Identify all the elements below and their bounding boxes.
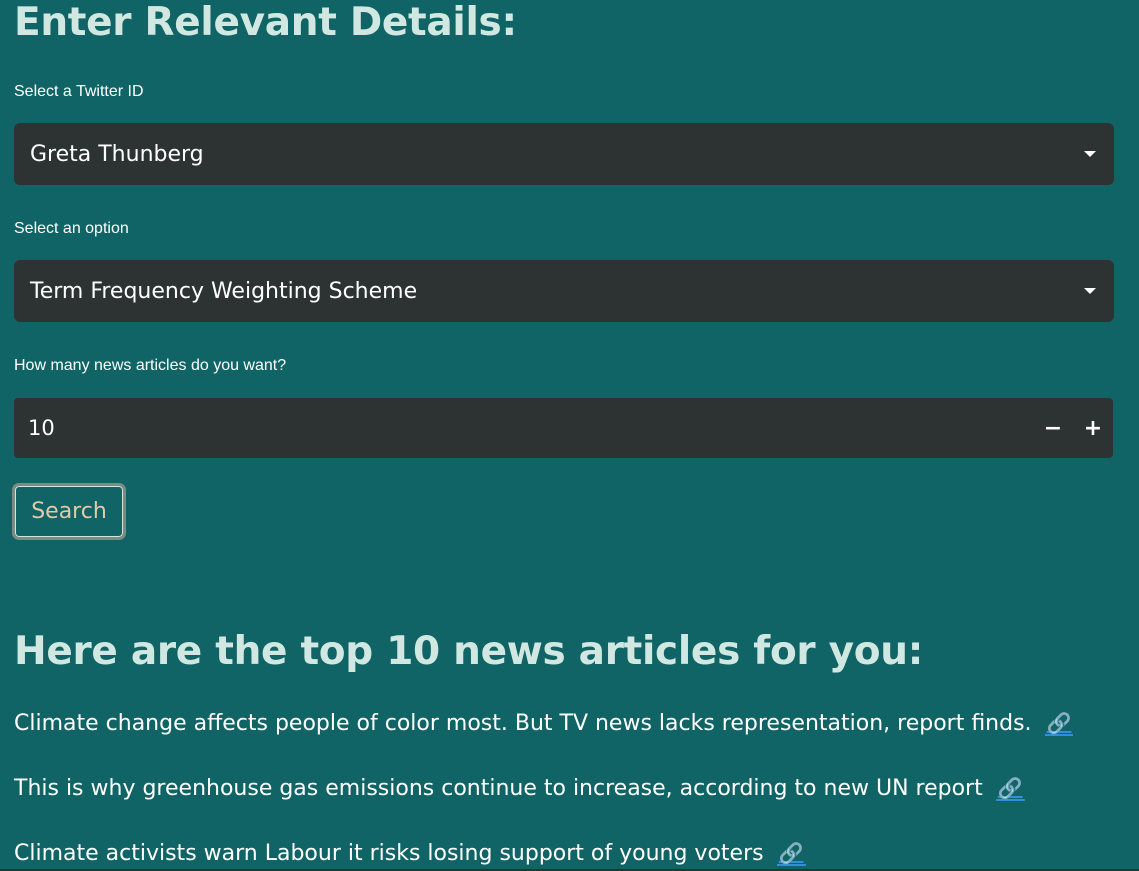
decrement-button[interactable]: − — [1033, 398, 1073, 458]
article-item: Climate change affects people of color m… — [14, 709, 1074, 739]
twitter-id-label: Select a Twitter ID — [14, 83, 144, 100]
chevron-down-icon — [1084, 288, 1096, 294]
results-title: Here are the top 10 news articles for yo… — [14, 629, 924, 674]
article-item: Climate activists warn Labour it risks l… — [14, 839, 806, 869]
increment-button[interactable]: + — [1073, 398, 1113, 458]
article-count-input[interactable]: 10 − + — [14, 398, 1113, 458]
article-count-label: How many news articles do you want? — [14, 357, 287, 374]
article-title: Climate change affects people of color m… — [14, 711, 1032, 736]
page: Enter Relevant Details: Select a Twitter… — [0, 0, 1139, 871]
article-title: This is why greenhouse gas emissions con… — [14, 776, 983, 801]
chevron-down-icon — [1084, 151, 1096, 157]
article-count-value[interactable]: 10 — [28, 416, 1033, 440]
article-title: Climate activists warn Labour it risks l… — [14, 841, 764, 866]
article-item: This is why greenhouse gas emissions con… — [14, 774, 1025, 804]
twitter-id-select[interactable]: Greta Thunberg — [14, 123, 1114, 185]
option-select[interactable]: Term Frequency Weighting Scheme — [14, 260, 1114, 322]
search-button[interactable]: Search — [12, 483, 126, 540]
link-icon[interactable]: 🔗 — [776, 842, 806, 866]
option-label: Select an option — [14, 220, 129, 237]
option-value: Term Frequency Weighting Scheme — [30, 278, 418, 304]
link-icon[interactable]: 🔗 — [995, 777, 1025, 801]
twitter-id-value: Greta Thunberg — [30, 141, 204, 167]
page-title: Enter Relevant Details: — [14, 0, 517, 45]
link-icon[interactable]: 🔗 — [1044, 712, 1074, 736]
